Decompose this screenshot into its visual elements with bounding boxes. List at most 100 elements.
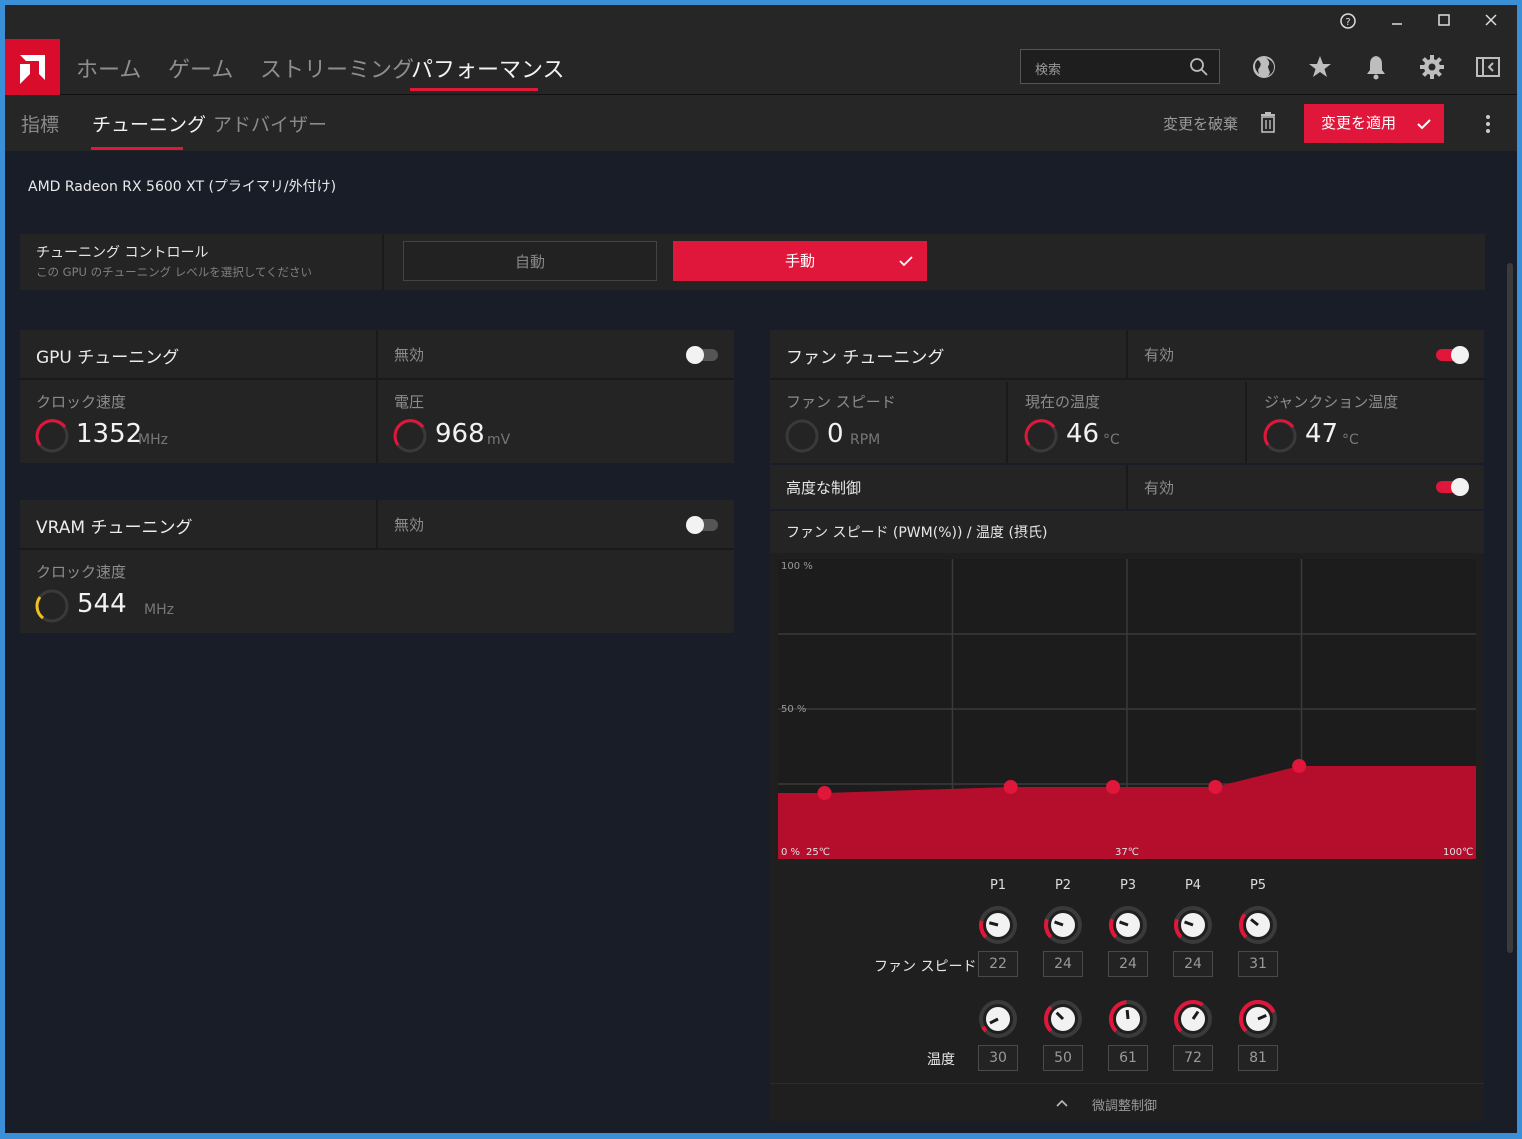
toggle-knob bbox=[1451, 346, 1469, 364]
junction-temp-value: 47 bbox=[1305, 419, 1339, 449]
current-temp-gauge-icon bbox=[1024, 419, 1058, 453]
close-icon[interactable] bbox=[1479, 12, 1503, 32]
fan-speed-gauge-icon bbox=[785, 419, 819, 453]
fan-speed-knob-p1[interactable] bbox=[978, 905, 1018, 945]
fine-tune-label: 微調整制御 bbox=[1092, 1099, 1158, 1114]
divider bbox=[1126, 465, 1128, 509]
temp-input-p5[interactable]: 81 bbox=[1238, 1045, 1278, 1071]
nav-performance[interactable]: パフォーマンス bbox=[411, 52, 565, 84]
tuning-manual-label: 手動 bbox=[784, 252, 815, 270]
vram-clock-gauge-icon bbox=[35, 589, 69, 623]
amd-logo-icon[interactable] bbox=[5, 39, 60, 95]
app-window: ? ホーム ゲーム ストリーミング パフォーマンス 検索 指標 チューニング ア… bbox=[5, 5, 1517, 1133]
help-icon[interactable]: ? bbox=[1336, 12, 1360, 32]
temp-input-p2[interactable]: 50 bbox=[1043, 1045, 1083, 1071]
nav-game[interactable]: ゲーム bbox=[168, 52, 233, 84]
fan-speed-knob-p5[interactable] bbox=[1238, 905, 1278, 945]
nav-active-indicator bbox=[410, 88, 538, 91]
gpu-clock-value: 1352 bbox=[76, 419, 143, 449]
fan-curve-point-p1[interactable] bbox=[817, 786, 832, 800]
nav-streaming[interactable]: ストリーミング bbox=[260, 52, 414, 84]
bell-icon[interactable] bbox=[1362, 53, 1390, 81]
tab-metrics[interactable]: 指標 bbox=[21, 110, 59, 137]
nav-home[interactable]: ホーム bbox=[76, 52, 141, 84]
divider bbox=[1006, 382, 1008, 463]
scrollbar[interactable] bbox=[1507, 263, 1513, 953]
main-header: ホーム ゲーム ストリーミング パフォーマンス 検索 bbox=[5, 39, 1517, 95]
vram-tuning-title: VRAM チューニング bbox=[36, 518, 193, 538]
advanced-control-toggle[interactable] bbox=[1436, 478, 1469, 496]
advanced-control-status: 有効 bbox=[1144, 479, 1175, 497]
search-placeholder: 検索 bbox=[1035, 63, 1062, 78]
apply-changes-label: 変更を適用 bbox=[1321, 114, 1397, 132]
maximize-icon[interactable] bbox=[1432, 12, 1456, 32]
search-input[interactable]: 検索 bbox=[1020, 49, 1220, 84]
fan-speed-knob-p3[interactable] bbox=[1108, 905, 1148, 945]
fan-speed-label: ファン スピード bbox=[786, 393, 896, 411]
gpu-clock-label: クロック速度 bbox=[36, 393, 127, 411]
toggle-knob bbox=[686, 346, 704, 364]
temp-knob-p2[interactable] bbox=[1043, 999, 1083, 1039]
tab-tuning[interactable]: チューニング bbox=[92, 110, 206, 137]
globe-icon[interactable] bbox=[1250, 53, 1278, 81]
check-icon bbox=[1417, 119, 1431, 130]
sidebar-toggle-icon[interactable] bbox=[1474, 53, 1502, 81]
title-bar: ? bbox=[5, 5, 1517, 39]
temp-input-p4[interactable]: 72 bbox=[1173, 1045, 1213, 1071]
fan-speed-input-p1[interactable]: 22 bbox=[978, 951, 1018, 977]
tuning-auto-button[interactable]: 自動 bbox=[403, 241, 657, 281]
tuning-control-header: チューニング コントロール この GPU のチューニング レベルを選択してくださ… bbox=[20, 234, 384, 290]
y-tick-label: 50 % bbox=[781, 704, 806, 715]
fan-curve-point-p2[interactable] bbox=[1003, 780, 1018, 794]
current-temp-value: 46 bbox=[1066, 419, 1100, 449]
junction-temp-label: ジャンクション温度 bbox=[1264, 393, 1399, 411]
trash-icon[interactable] bbox=[1258, 112, 1278, 134]
point-label-p5: P5 bbox=[1249, 878, 1267, 893]
tuning-manual-button[interactable]: 手動 bbox=[673, 241, 927, 281]
fan-curve-title: ファン スピード (PWM(%)) / 温度 (摂氏) bbox=[786, 525, 1048, 541]
fan-speed-input-p4[interactable]: 24 bbox=[1173, 951, 1213, 977]
star-icon[interactable] bbox=[1306, 53, 1334, 81]
fan-curve-chart[interactable]: 100 % 50 % 0 % 25℃ 37℃ 100℃ bbox=[778, 559, 1476, 859]
more-options-icon[interactable] bbox=[1483, 113, 1493, 135]
gpu-clock-gauge-icon bbox=[35, 419, 69, 453]
fan-speed-knob-p2[interactable] bbox=[1043, 905, 1083, 945]
x-tick-label: 25℃ bbox=[806, 847, 830, 858]
svg-text:?: ? bbox=[1345, 17, 1350, 28]
temp-input-p3[interactable]: 61 bbox=[1108, 1045, 1148, 1071]
temp-knob-p5[interactable] bbox=[1238, 999, 1278, 1039]
fan-speed-input-p3[interactable]: 24 bbox=[1108, 951, 1148, 977]
sub-header: 指標 チューニング アドバイザー 変更を破棄 変更を適用 bbox=[5, 95, 1517, 151]
fan-curve-point-p3[interactable] bbox=[1106, 780, 1121, 794]
y-tick-label: 100 % bbox=[781, 561, 813, 572]
x-tick-label: 37℃ bbox=[1115, 847, 1139, 858]
gpu-tuning-panel: GPU チューニング 無効 クロック速度 1352 MHz 電圧 968 mV bbox=[20, 330, 734, 463]
fan-speed-knob-p4[interactable] bbox=[1173, 905, 1213, 945]
apply-changes-button[interactable]: 変更を適用 bbox=[1304, 104, 1444, 143]
temp-knob-p1[interactable] bbox=[978, 999, 1018, 1039]
vram-clock-unit: MHz bbox=[144, 602, 174, 618]
fan-curve-panel: ファン スピード (PWM(%)) / 温度 (摂氏) 100 % 50 % 0… bbox=[770, 511, 1484, 1121]
gpu-clock-unit: MHz bbox=[138, 432, 168, 448]
divider bbox=[1245, 382, 1247, 463]
gpu-voltage-gauge-icon bbox=[393, 419, 427, 453]
fan-curve-point-p5[interactable] bbox=[1292, 759, 1307, 773]
vram-tuning-toggle[interactable] bbox=[686, 516, 718, 534]
check-icon bbox=[899, 256, 913, 267]
fan-speed-input-p2[interactable]: 24 bbox=[1043, 951, 1083, 977]
tab-advisor[interactable]: アドバイザー bbox=[213, 110, 327, 137]
temp-input-p1[interactable]: 30 bbox=[978, 1045, 1018, 1071]
current-temp-label: 現在の温度 bbox=[1025, 393, 1101, 411]
y-tick-label: 0 % bbox=[781, 847, 800, 858]
toggle-knob bbox=[1451, 478, 1469, 496]
temp-knob-p3[interactable] bbox=[1108, 999, 1148, 1039]
temp-knob-p4[interactable] bbox=[1173, 999, 1213, 1039]
fan-speed-input-p5[interactable]: 31 bbox=[1238, 951, 1278, 977]
fan-tuning-toggle[interactable] bbox=[1436, 346, 1469, 364]
fan-curve-point-p4[interactable] bbox=[1208, 780, 1223, 794]
minimize-icon[interactable] bbox=[1385, 12, 1409, 32]
gpu-tuning-toggle[interactable] bbox=[686, 346, 718, 364]
temp-row-label: 温度 bbox=[927, 1052, 955, 1068]
gear-icon[interactable] bbox=[1418, 53, 1446, 81]
discard-changes-button[interactable]: 変更を破棄 bbox=[1163, 113, 1238, 134]
